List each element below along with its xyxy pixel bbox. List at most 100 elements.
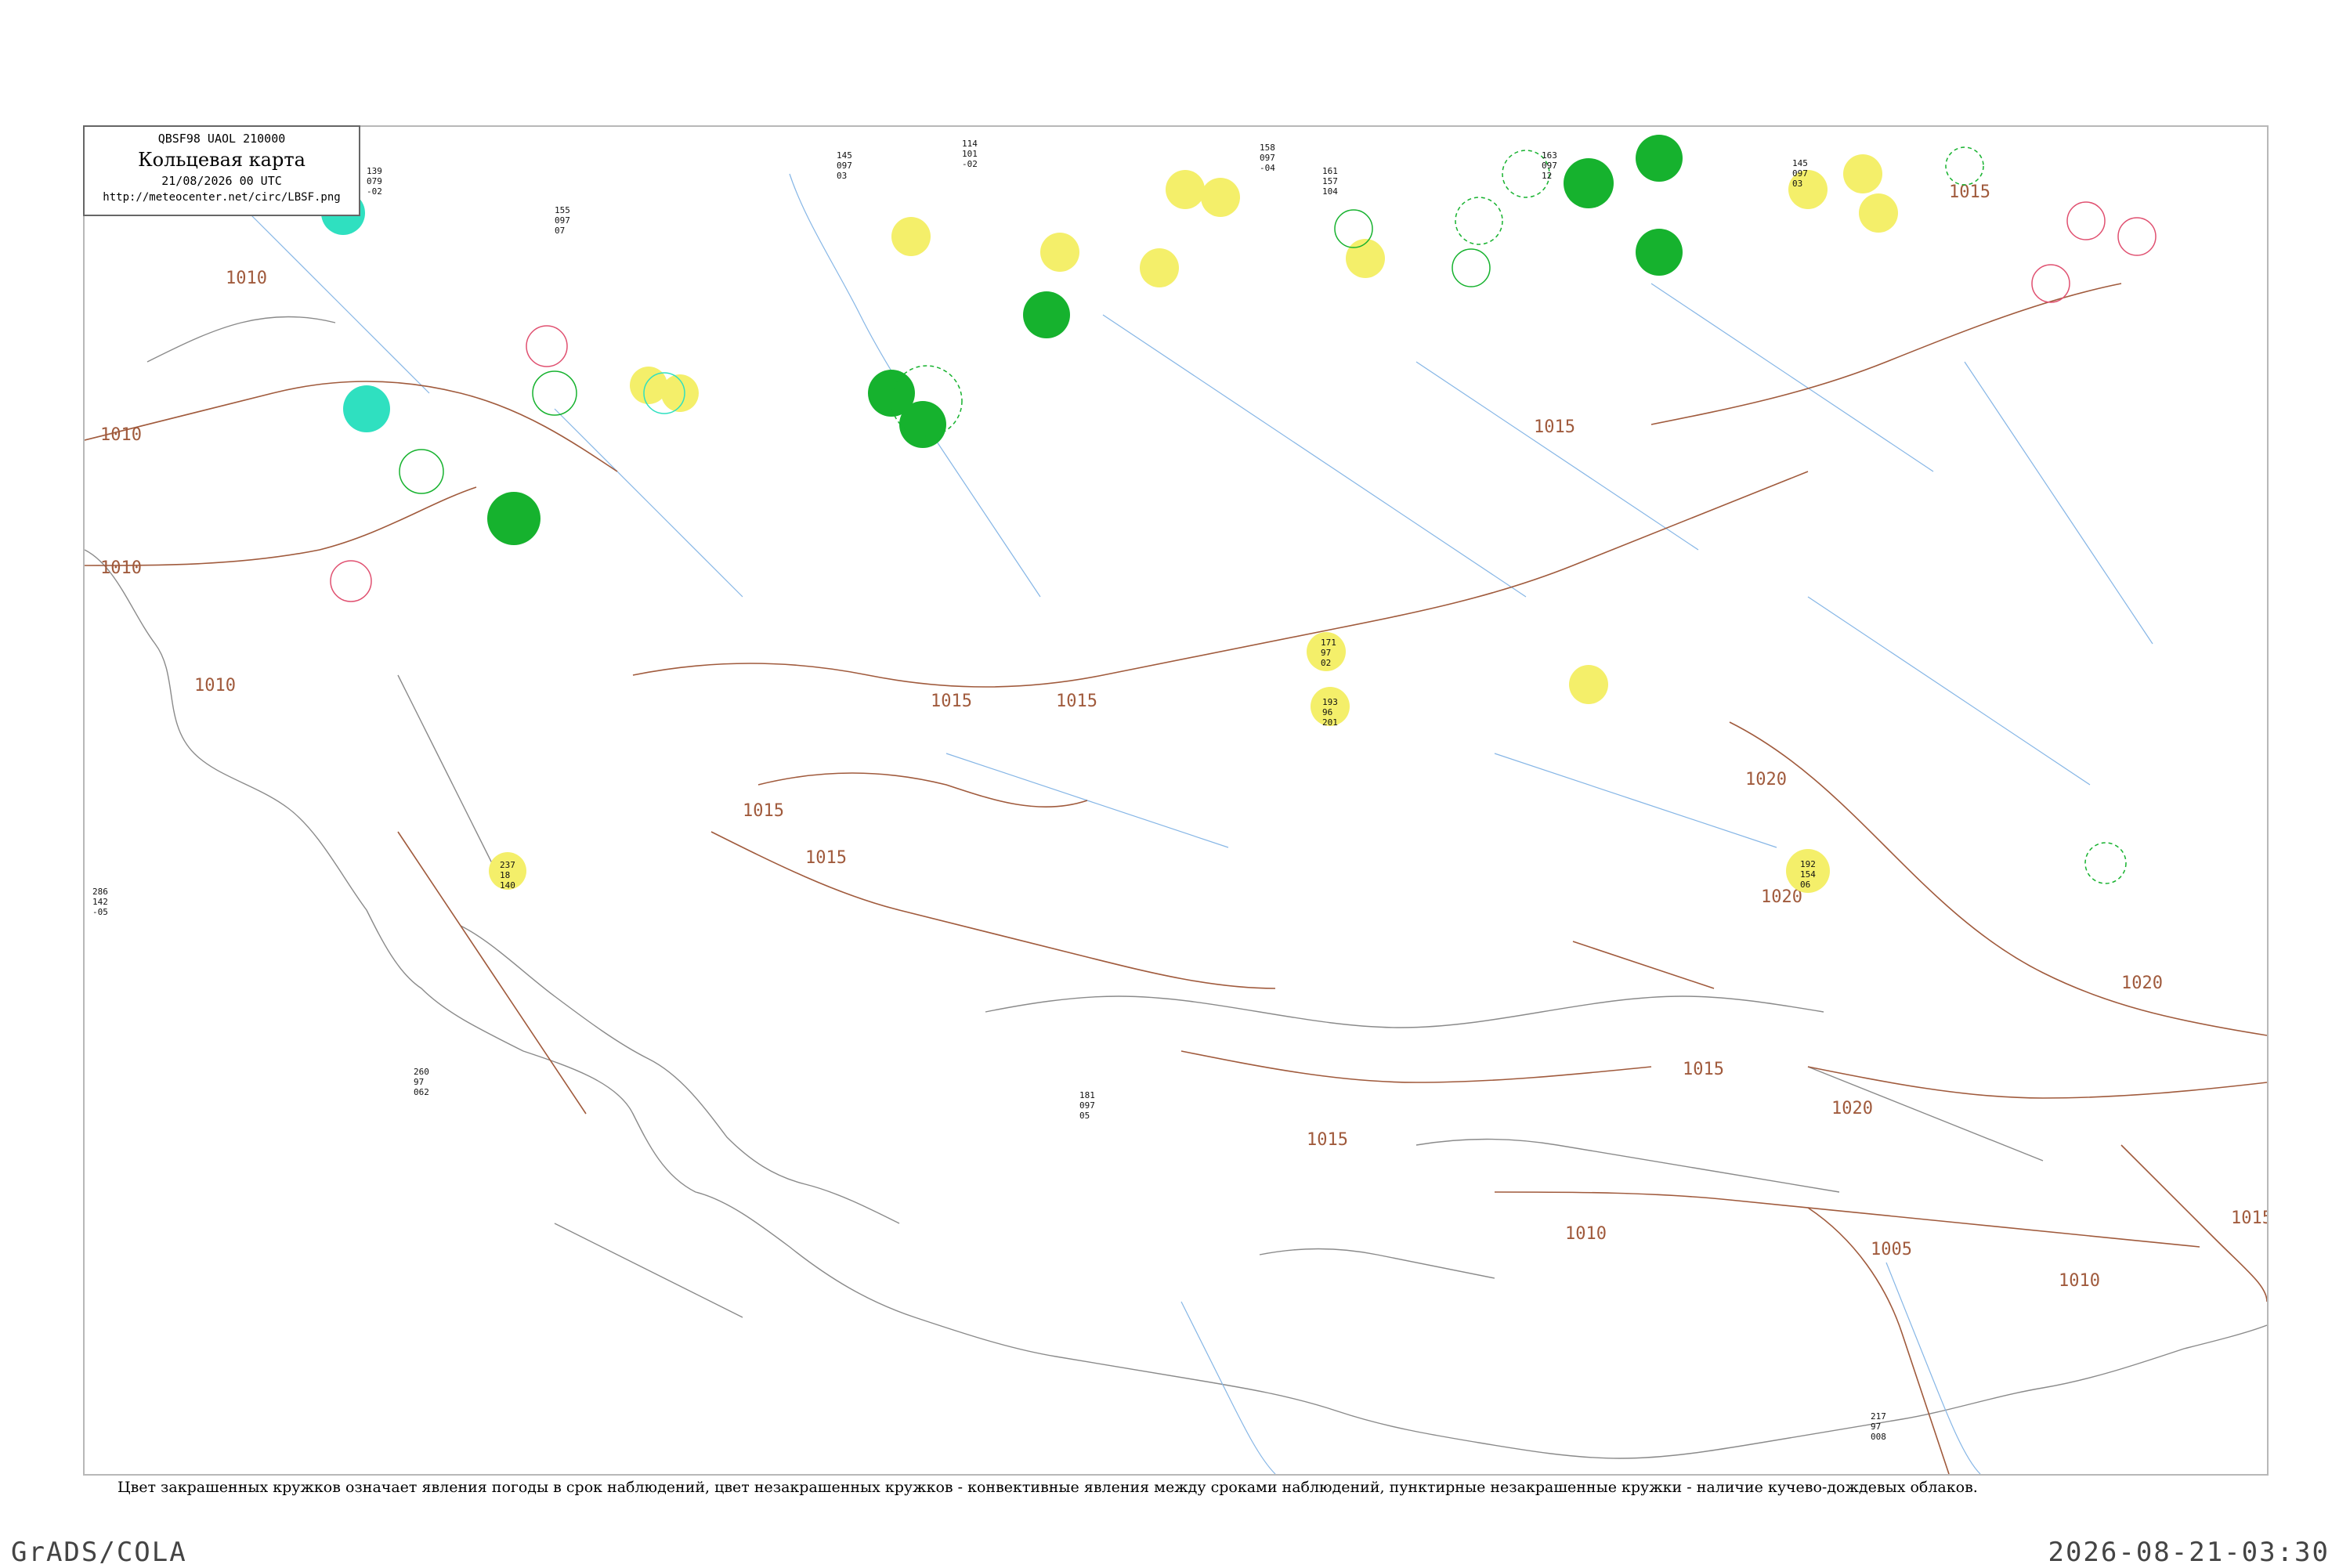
isobar-label: 1010 xyxy=(100,558,142,578)
station-tendency: 104 xyxy=(1322,186,1338,197)
station-pressure: 193 xyxy=(1322,697,1338,707)
station-temp: 097 xyxy=(1792,168,1808,179)
station-pressure: 158 xyxy=(1260,143,1275,153)
station-plot: 145 097 03 xyxy=(837,150,852,181)
station-pressure: 181 xyxy=(1079,1090,1095,1100)
isobar-label: 1010 xyxy=(1565,1224,1607,1244)
thunder-ring xyxy=(330,560,372,602)
station-plot: 181 097 05 xyxy=(1079,1090,1095,1121)
isobar-label: 1020 xyxy=(1761,887,1802,907)
station-pressure: 145 xyxy=(837,150,852,161)
convective-ring xyxy=(1945,146,1984,186)
isobar-label: 1015 xyxy=(1307,1130,1348,1150)
station-tendency: -05 xyxy=(92,907,108,917)
weather-markers xyxy=(321,135,2157,893)
isobar-label: 1020 xyxy=(1745,770,1787,789)
map-date: 21/08/2026 00 UTC xyxy=(161,174,282,188)
station-plot: 260 97 062 xyxy=(414,1067,429,1097)
station-plot: 163 097 12 xyxy=(1542,150,1557,181)
station-plot: 286 142 -05 xyxy=(92,887,108,917)
station-pressure: 163 xyxy=(1542,150,1557,161)
isobar-label: 1010 xyxy=(194,676,236,695)
station-temp: 097 xyxy=(837,161,852,171)
thunder-ring xyxy=(2031,264,2070,303)
fog-marker xyxy=(891,217,931,256)
map-canvas: 1010 1010 1010 1010 1015 1015 1015 1015 … xyxy=(85,135,2267,1474)
station-tendency: 03 xyxy=(1792,179,1802,189)
isobar-label: 1010 xyxy=(226,269,267,288)
map-url[interactable]: http://meteocenter.net/circ/LBSF.png xyxy=(85,191,359,204)
software-label: GrADS/COLA xyxy=(11,1537,187,1568)
isobar-label: 1005 xyxy=(1871,1240,1912,1259)
thunder-ring xyxy=(526,325,568,367)
isobar-label: 1015 xyxy=(743,801,784,821)
station-tendency: 06 xyxy=(1800,880,1810,890)
station-pressure: 260 xyxy=(414,1067,429,1077)
station-pressure: 217 xyxy=(1871,1411,1886,1422)
station-tendency: 02 xyxy=(1321,658,1331,668)
station-tendency: 05 xyxy=(1079,1111,1090,1121)
isobar-label: 1015 xyxy=(805,848,847,868)
fog-marker xyxy=(1166,170,1205,209)
station-plot: 155 097 07 xyxy=(555,205,570,236)
station-temp: 97 xyxy=(414,1077,424,1087)
station-plot: 161 157 104 xyxy=(1322,166,1338,197)
station-tendency: -02 xyxy=(962,159,978,169)
convective-ring xyxy=(1455,197,1503,245)
station-tendency: 12 xyxy=(1542,171,1552,181)
convective-ring xyxy=(532,370,577,416)
station-temp: 97 xyxy=(1321,648,1331,658)
station-pressure: 145 xyxy=(1792,158,1808,168)
convective-ring xyxy=(1452,248,1491,287)
convective-ring xyxy=(1334,209,1373,248)
bulletin-code: QBSF98 UAOL 210000 xyxy=(157,132,286,146)
station-pressure: 286 xyxy=(92,887,108,897)
rain-marker xyxy=(487,492,540,545)
fog-marker xyxy=(1346,239,1385,278)
rain-marker xyxy=(1636,229,1683,276)
station-tendency: 140 xyxy=(500,880,515,891)
station-tendency: -02 xyxy=(367,186,382,197)
fog-marker xyxy=(1140,248,1179,287)
fog-marker xyxy=(1569,665,1608,704)
isobar-label: 1020 xyxy=(1831,1099,1873,1118)
station-temp: 079 xyxy=(367,176,382,186)
legend-caption: Цвет закрашенных кружков означает явлени… xyxy=(118,1479,1978,1496)
isobar-label: 1015 xyxy=(1534,417,1575,437)
station-temp: 101 xyxy=(962,149,978,159)
isobar-label: 1010 xyxy=(2059,1271,2100,1291)
isobar-label: 1015 xyxy=(2231,1209,2267,1228)
station-temp: 142 xyxy=(92,897,108,907)
isobar-label: 1010 xyxy=(100,425,142,445)
fog-marker xyxy=(1201,178,1240,217)
map-area: 1010 1010 1010 1010 1015 1015 1015 1015 … xyxy=(83,125,2269,1476)
isobar-label: 1015 xyxy=(1056,692,1097,711)
isobar-label: 1020 xyxy=(2121,974,2163,993)
station-pressure: 237 xyxy=(500,860,515,870)
station-temp: 18 xyxy=(500,870,510,880)
station-tendency: 008 xyxy=(1871,1432,1886,1442)
isobar-label: 1015 xyxy=(1949,182,1990,202)
fog-marker xyxy=(1040,233,1079,272)
isobar-labels: 1010 1010 1010 1010 1015 1015 1015 1015 … xyxy=(100,182,2267,1291)
rain-marker xyxy=(1023,291,1070,338)
station-tendency: -04 xyxy=(1260,163,1275,173)
station-plot: 139 079 -02 xyxy=(367,166,382,197)
station-temp: 097 xyxy=(1260,153,1275,163)
rain-marker xyxy=(1636,135,1683,182)
station-temp: 96 xyxy=(1322,707,1332,717)
thunder-ring xyxy=(2117,217,2157,256)
fog-marker xyxy=(1859,193,1898,233)
station-tendency: 062 xyxy=(414,1087,429,1097)
thunder-ring xyxy=(2066,201,2106,240)
station-pressure: 155 xyxy=(555,205,570,215)
station-temp: 154 xyxy=(1800,869,1816,880)
station-temp: 097 xyxy=(1079,1100,1095,1111)
rain-marker xyxy=(1564,158,1614,208)
station-tendency: 201 xyxy=(1322,717,1338,728)
station-plot: 158 097 -04 xyxy=(1260,143,1275,173)
fog-marker xyxy=(630,367,667,404)
station-temp: 97 xyxy=(1871,1422,1881,1432)
convective-ring xyxy=(2084,842,2127,884)
map-title-box: QBSF98 UAOL 210000 Кольцевая карта 21/08… xyxy=(83,125,360,216)
